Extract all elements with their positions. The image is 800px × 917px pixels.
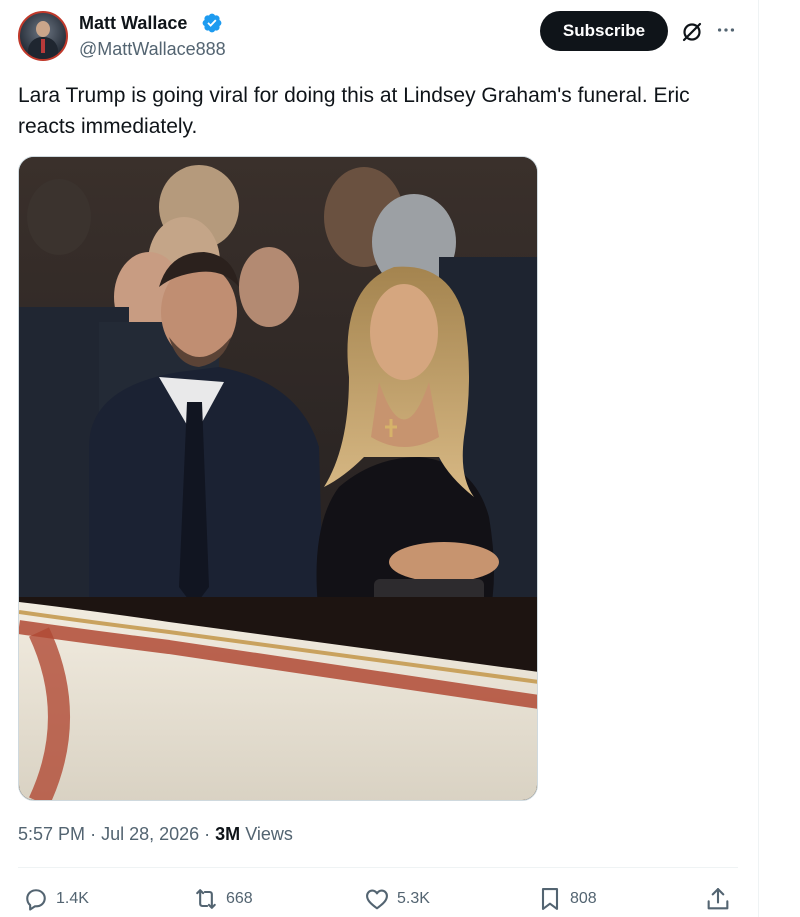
avatar-tie	[41, 39, 45, 53]
author-handle[interactable]: @MattWallace888	[79, 38, 226, 60]
divider	[18, 867, 738, 868]
more-icon[interactable]	[715, 19, 737, 41]
repost-count: 668	[226, 890, 253, 907]
like-button[interactable]: 5.3K	[363, 884, 430, 914]
avatar-head	[36, 21, 50, 37]
video-frame	[19, 157, 537, 800]
share-icon	[707, 888, 729, 910]
subscribe-button[interactable]: Subscribe	[540, 11, 668, 51]
meta-separator: ·	[204, 824, 216, 844]
views-count: 3M	[215, 824, 241, 844]
avatar[interactable]	[18, 11, 68, 61]
bookmark-button[interactable]: 808	[536, 884, 597, 914]
bookmark-count: 808	[570, 890, 597, 907]
column-divider	[758, 0, 759, 917]
like-icon	[366, 889, 388, 910]
reply-count: 1.4K	[56, 890, 89, 907]
repost-button[interactable]: 668	[192, 884, 253, 914]
reply-button[interactable]: 1.4K	[22, 884, 89, 914]
verified-icon	[202, 13, 222, 33]
tweet-text: Lara Trump is going viral for doing this…	[18, 84, 690, 138]
tweet-video[interactable]	[18, 156, 538, 801]
display-name[interactable]: Matt Wallace	[79, 12, 187, 34]
reply-icon	[26, 889, 46, 911]
tweet-meta: 5:57 PM · Jul 28, 2026 · 3M Views	[18, 823, 293, 845]
tweet-time[interactable]: 5:57 PM	[18, 824, 85, 844]
grok-icon[interactable]	[680, 20, 704, 44]
tweet-date[interactable]: Jul 28, 2026	[101, 824, 199, 844]
meta-separator: ·	[90, 824, 102, 844]
bookmark-icon	[541, 888, 559, 910]
views-label: Views	[245, 824, 293, 844]
repost-icon	[196, 889, 216, 909]
share-button[interactable]	[704, 884, 732, 914]
like-count: 5.3K	[397, 890, 430, 907]
